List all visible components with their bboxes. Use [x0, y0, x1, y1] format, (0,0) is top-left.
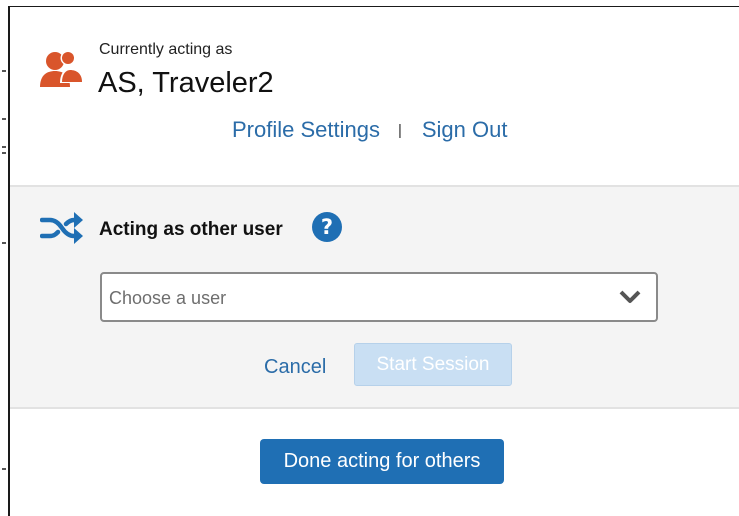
- sign-out-link[interactable]: Sign Out: [422, 117, 508, 142]
- link-separator: |: [397, 122, 402, 139]
- current-user-section: Currently acting as AS, Traveler2 Profil…: [10, 7, 739, 185]
- svg-text:?: ?: [321, 215, 333, 239]
- shuffle-icon: [40, 212, 83, 244]
- cancel-button[interactable]: Cancel: [264, 356, 326, 379]
- act-as-other-section: Acting as other user ? Choose a user Can…: [10, 187, 739, 407]
- window-edge-ticks: [0, 0, 8, 516]
- acting-label: Currently acting as: [99, 41, 233, 58]
- section-title: Acting as other user: [99, 219, 283, 240]
- start-session-button[interactable]: Start Session: [354, 343, 512, 386]
- done-acting-button[interactable]: Done acting for others: [260, 439, 504, 484]
- help-icon[interactable]: ?: [311, 211, 343, 243]
- acting-as-panel: Currently acting as AS, Traveler2 Profil…: [8, 6, 739, 516]
- divider: [10, 407, 739, 409]
- chevron-down-icon: [619, 290, 641, 303]
- account-links: Profile Settings | Sign Out: [232, 117, 507, 143]
- current-user-name: AS, Traveler2: [98, 67, 274, 99]
- profile-settings-link[interactable]: Profile Settings: [232, 117, 380, 142]
- choose-user-select[interactable]: Choose a user: [100, 272, 658, 322]
- users-icon: [40, 50, 84, 87]
- choose-user-placeholder: Choose a user: [109, 288, 227, 308]
